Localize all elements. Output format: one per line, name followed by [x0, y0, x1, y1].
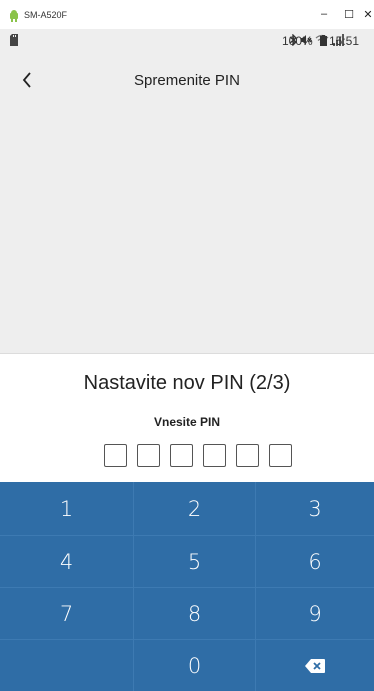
window-title: SM-A520F [24, 10, 68, 20]
divider [0, 353, 374, 354]
backspace-button[interactable] [256, 640, 374, 691]
pin-heading: Nastavite nov PIN (2/3) [83, 372, 291, 394]
key-2[interactable]: 2 [134, 482, 256, 536]
key-8[interactable]: 8 [134, 588, 256, 640]
pin-prompt: Vnesite PIN [153, 415, 221, 429]
window-titlebar: SM-A520F – ☐ ✕ [0, 0, 374, 29]
backspace-icon [305, 658, 325, 673]
key-4[interactable]: 4 [0, 536, 134, 588]
key-3[interactable]: 3 [256, 482, 374, 536]
key-empty [0, 640, 134, 691]
sd-card-icon [10, 34, 18, 46]
pin-digit-box [236, 444, 259, 467]
close-button[interactable]: ✕ [357, 6, 374, 22]
key-9[interactable]: 9 [256, 588, 374, 640]
key-6[interactable]: 6 [256, 536, 374, 588]
status-bar: 100% 15:51 [0, 29, 374, 51]
key-7[interactable]: 7 [0, 588, 134, 640]
numeric-keypad: 1 2 3 4 5 6 7 8 9 0 [0, 482, 374, 691]
app-bar: Spremenite PIN [0, 51, 374, 107]
content-area [0, 107, 374, 353]
android-icon [10, 10, 18, 22]
key-1[interactable]: 1 [0, 482, 134, 536]
pin-digit-box [104, 444, 127, 467]
status-time: 15:51 [329, 34, 360, 48]
page-title: Spremenite PIN [134, 72, 240, 89]
pin-digit-box [269, 444, 292, 467]
key-0[interactable]: 0 [134, 640, 256, 691]
key-5[interactable]: 5 [134, 536, 256, 588]
pin-digit-box [203, 444, 226, 467]
pin-input[interactable] [104, 444, 292, 467]
battery-icon [320, 35, 327, 46]
pin-digit-box [170, 444, 193, 467]
battery-percent: 100% [282, 34, 313, 48]
minimize-button[interactable]: – [313, 6, 335, 22]
pin-digit-box [137, 444, 160, 467]
